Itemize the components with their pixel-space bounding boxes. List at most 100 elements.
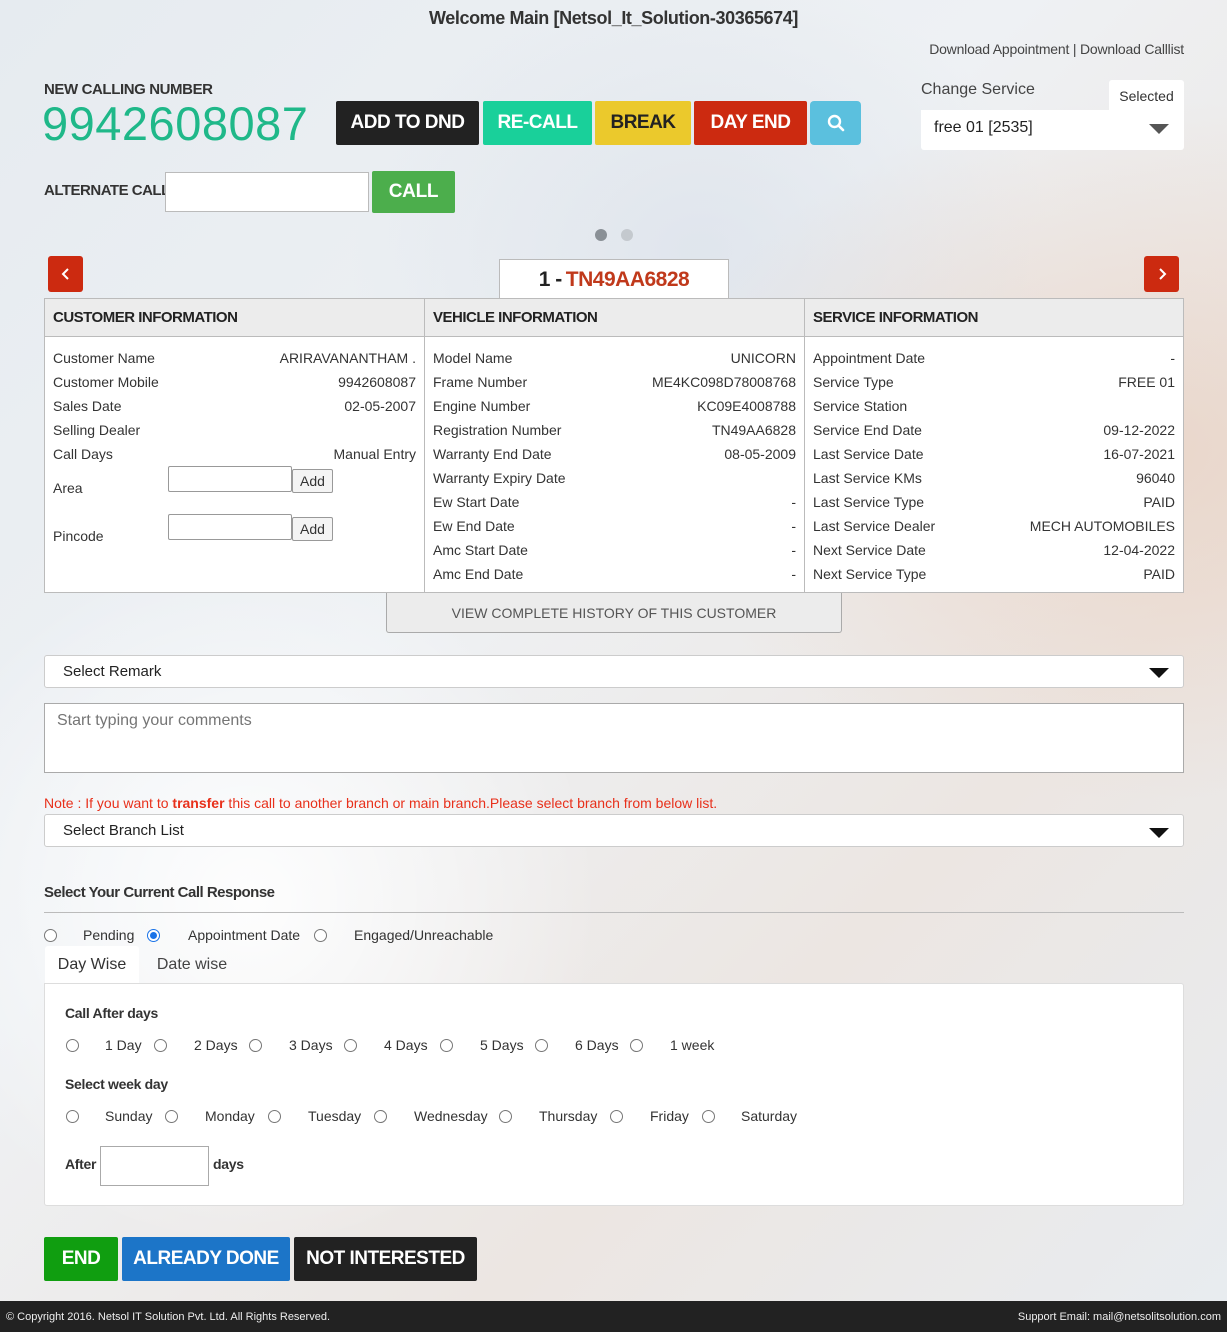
add-pincode-button[interactable]: Add	[292, 517, 333, 541]
service-field-label: Appointment Date	[813, 350, 926, 366]
vehicle-field-value: -	[791, 518, 796, 534]
call-after-day-label: 4 Days	[384, 1037, 428, 1053]
chevron-down-icon	[1149, 668, 1169, 678]
call-response-radio[interactable]	[314, 929, 327, 942]
service-row: Last Service KMs 96040	[813, 466, 1175, 490]
service-row: Last Service Date 16-07-2021	[813, 442, 1175, 466]
customer-field-label: Call Days	[53, 446, 113, 462]
pincode-input[interactable]	[168, 514, 292, 540]
chevron-down-icon	[1149, 124, 1169, 134]
add-to-dnd-button[interactable]: ADD TO DND	[336, 101, 479, 145]
recall-button[interactable]: RE-CALL	[483, 101, 592, 145]
note-suffix: this call to another branch or main bran…	[224, 795, 718, 811]
vehicle-row: Registration Number TN49AA6828	[433, 418, 796, 442]
divider	[44, 912, 1184, 913]
vehicle-field-label: Engine Number	[433, 398, 531, 414]
search-button[interactable]	[810, 101, 861, 145]
call-after-day-radio[interactable]	[440, 1039, 453, 1052]
selected-tab[interactable]: Selected	[1109, 80, 1184, 112]
next-record-button[interactable]	[1144, 256, 1179, 292]
download-appointment-link[interactable]: Download Appointment	[929, 41, 1069, 57]
area-label: Area	[53, 480, 83, 496]
call-after-day-radio[interactable]	[154, 1039, 167, 1052]
call-response-radio[interactable]	[147, 929, 160, 942]
alternate-call-input[interactable]	[165, 172, 369, 212]
vehicle-field-label: Frame Number	[433, 374, 528, 390]
not-interested-button[interactable]: NOT INTERESTED	[294, 1237, 477, 1281]
service-field-value: FREE 01	[1118, 374, 1175, 390]
call-after-day-radio[interactable]	[344, 1039, 357, 1052]
service-row: Next Service Date 12-04-2022	[813, 538, 1175, 562]
week-day-radio[interactable]	[268, 1110, 281, 1123]
previous-record-button[interactable]	[48, 256, 83, 292]
carousel-dot-2[interactable]	[621, 229, 633, 241]
chevron-down-icon	[1149, 828, 1169, 838]
customer-row: Customer Mobile 9942608087	[53, 370, 416, 394]
area-input[interactable]	[168, 466, 292, 492]
week-day-radio[interactable]	[165, 1110, 178, 1123]
vehicle-field-value: TN49AA6828	[711, 422, 796, 438]
customer-field-value: 02-05-2007	[344, 398, 416, 414]
week-day-label: Wednesday	[414, 1108, 488, 1124]
service-field-label: Service Type	[813, 374, 894, 390]
service-field-value: PAID	[1143, 494, 1175, 510]
vehicle-field-value: KC09E4008788	[697, 398, 796, 414]
download-links: Download Appointment | Download Calllist	[929, 41, 1184, 57]
day-end-button[interactable]: DAY END	[694, 101, 807, 145]
call-after-day-radio[interactable]	[66, 1039, 79, 1052]
customer-field-value: 9942608087	[338, 374, 416, 390]
calling-number: 9942608087	[42, 97, 309, 150]
break-button[interactable]: BREAK	[595, 101, 691, 145]
view-history-button[interactable]: VIEW COMPLETE HISTORY OF THIS CUSTOMER	[386, 593, 842, 633]
call-button[interactable]: CALL	[372, 171, 455, 213]
vehicle-field-label: Warranty End Date	[433, 446, 552, 462]
remark-select[interactable]: Select Remark	[44, 655, 1184, 688]
vehicle-field-label: Warranty Expiry Date	[433, 470, 566, 486]
call-after-day-radio[interactable]	[249, 1039, 262, 1052]
vehicle-field-value: ME4KC098D78008768	[652, 374, 796, 390]
service-field-value: 12-04-2022	[1103, 542, 1175, 558]
call-response-radio[interactable]	[44, 929, 57, 942]
vehicle-row: Warranty Expiry Date	[433, 466, 796, 490]
customer-rows: Customer Name ARIRAVANANTHAM . Customer Mo…	[45, 337, 424, 466]
call-after-day-label: 2 Days	[194, 1037, 238, 1053]
remark-value: Select Remark	[63, 663, 162, 680]
service-field-label: Last Service Date	[813, 446, 924, 462]
vehicle-field-value: -	[791, 542, 796, 558]
info-table: CUSTOMER INFORMATION Customer Name ARIRAV…	[44, 298, 1184, 593]
service-info-heading: SERVICE INFORMATION	[805, 299, 1183, 337]
end-button[interactable]: END	[44, 1237, 118, 1281]
link-separator: |	[1069, 41, 1081, 57]
tab-day-wise[interactable]: Day Wise	[45, 946, 139, 984]
carousel-dot-1[interactable]	[595, 229, 607, 241]
customer-info-heading: CUSTOMER INFORMATION	[45, 299, 424, 337]
vehicle-field-value: -	[791, 494, 796, 510]
record-tab: 1 - TN49AA6828	[499, 259, 729, 299]
tab-date-wise[interactable]: Date wise	[139, 946, 245, 984]
week-day-radio[interactable]	[374, 1110, 387, 1123]
service-field-value: -	[1170, 350, 1175, 366]
add-area-button[interactable]: Add	[292, 469, 333, 493]
branch-value: Select Branch List	[63, 822, 184, 839]
week-day-radio[interactable]	[610, 1110, 623, 1123]
week-day-radio[interactable]	[66, 1110, 79, 1123]
service-row: Appointment Date -	[813, 346, 1175, 370]
record-registration: TN49AA6828	[565, 267, 690, 291]
already-done-button[interactable]: ALREADY DONE	[122, 1237, 290, 1281]
vehicle-field-value: -	[791, 566, 796, 582]
week-day-radio[interactable]	[499, 1110, 512, 1123]
week-day-radio[interactable]	[702, 1110, 715, 1123]
call-after-day-radio[interactable]	[630, 1039, 643, 1052]
vehicle-field-label: Ew Start Date	[433, 494, 520, 510]
comments-textarea[interactable]	[44, 703, 1184, 773]
change-service-select[interactable]: free 01 [2535]	[921, 110, 1184, 150]
customer-row: Call Days Manual Entry	[53, 442, 416, 466]
days-suffix-label: days	[213, 1156, 244, 1172]
call-after-day-radio[interactable]	[535, 1039, 548, 1052]
after-days-input[interactable]	[100, 1146, 209, 1186]
download-calllist-link[interactable]: Download Calllist	[1080, 41, 1184, 57]
alternate-call-label: ALTERNATE CALL :	[44, 182, 178, 199]
call-response-label: Pending	[83, 927, 135, 943]
customer-row: Customer Name ARIRAVANANTHAM .	[53, 346, 416, 370]
branch-select[interactable]: Select Branch List	[44, 814, 1184, 847]
